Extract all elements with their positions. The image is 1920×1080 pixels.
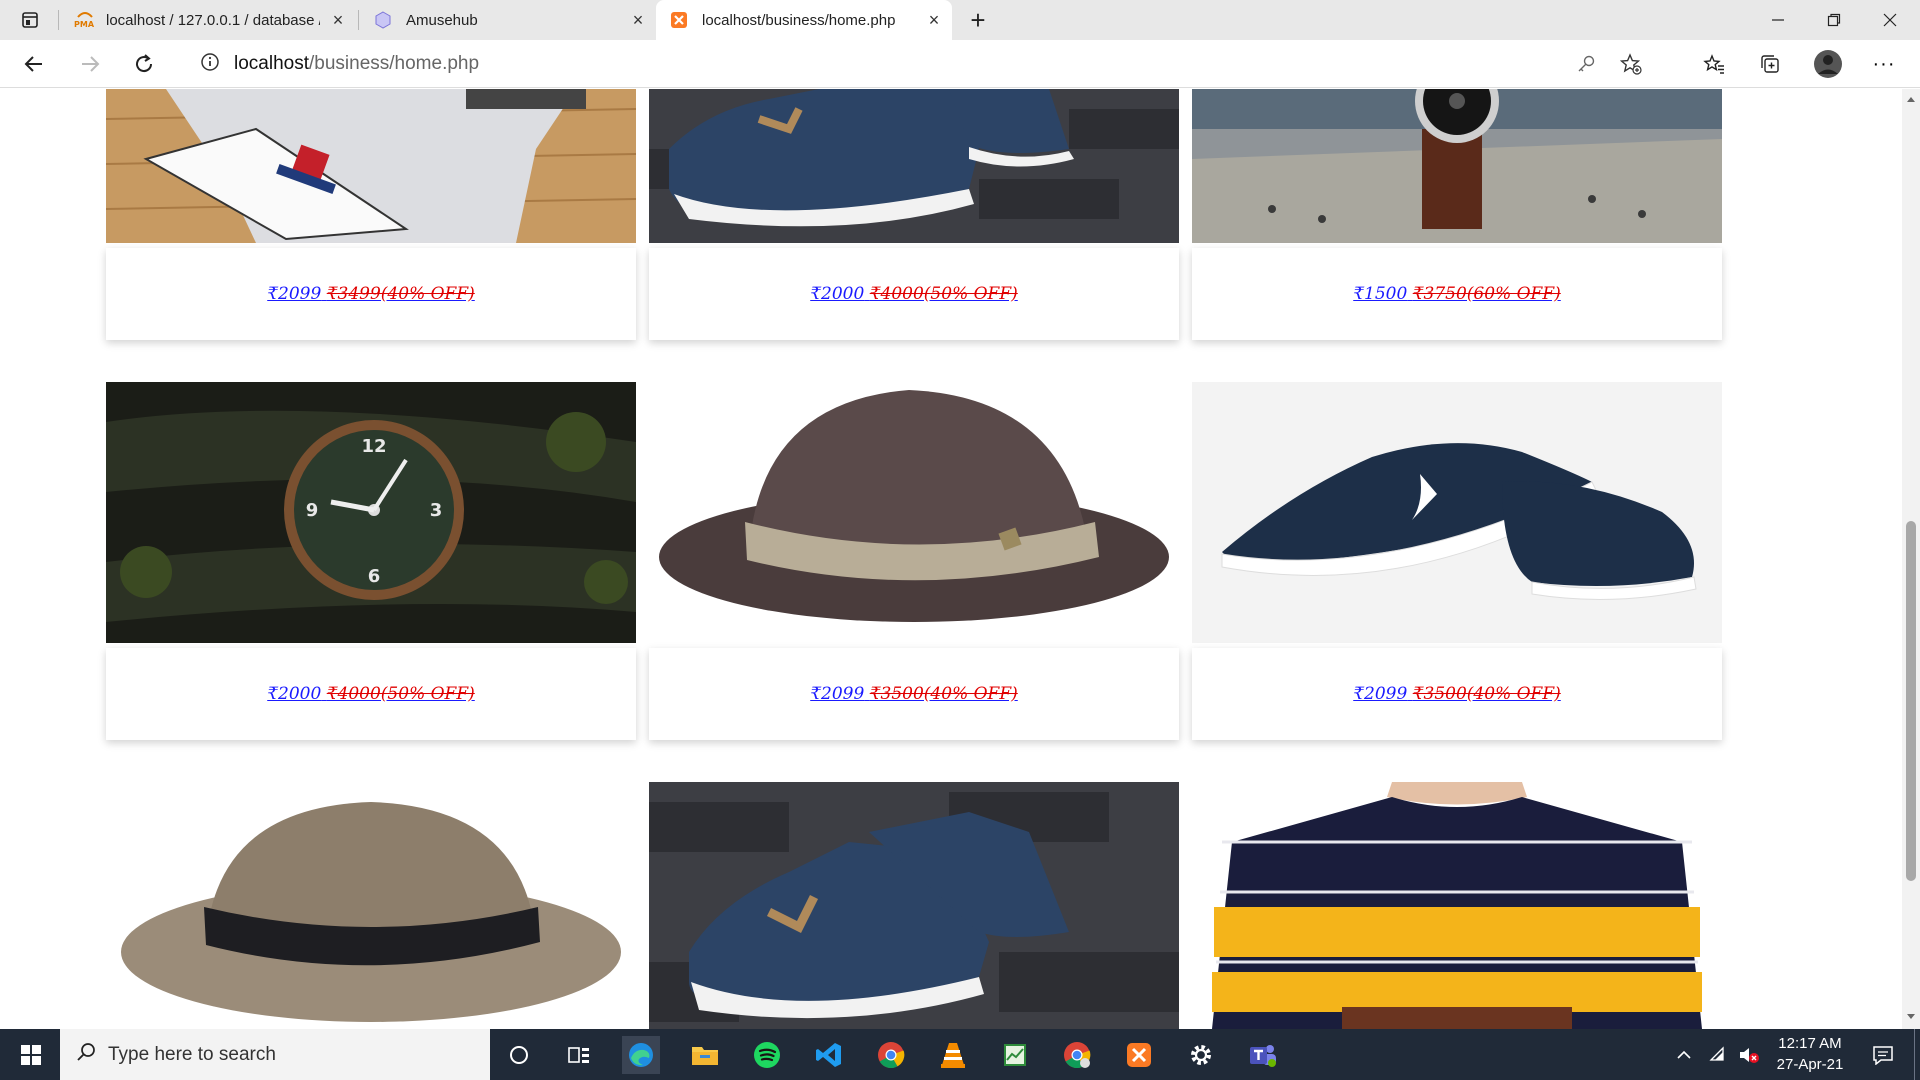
product-image-sneakers[interactable] [649, 782, 1179, 1029]
chevron-up-icon[interactable] [1672, 1036, 1696, 1074]
scroll-down-icon [1907, 1014, 1915, 1019]
taskbar: Type here to search 12:17 AM 27-Apr-21 [0, 1029, 1920, 1080]
notification-center-icon[interactable] [1864, 1036, 1902, 1074]
scrollbar-thumb[interactable] [1906, 521, 1916, 881]
product-image-green-watch[interactable]: 12 3 6 9 [106, 382, 636, 643]
tab-home-php[interactable]: localhost/business/home.php × [656, 0, 952, 40]
price-link[interactable]: ₹2000 ₹4000(50% OFF) [267, 684, 475, 704]
settings-gear-icon[interactable] [1182, 1036, 1220, 1074]
back-icon[interactable] [16, 48, 52, 80]
more-menu-icon[interactable]: ··· [1866, 48, 1902, 80]
cortana-icon[interactable] [500, 1036, 538, 1074]
product-image-beige-fedora[interactable] [106, 782, 636, 1029]
search-placeholder: Type here to search [108, 1043, 276, 1065]
address-bar: localhost/business/home.php ··· [0, 40, 1920, 88]
tab-title: Amusehub [406, 11, 478, 29]
price-card: ₹2099 ₹3500(40% OFF) [1192, 648, 1722, 740]
svg-text:12: 12 [361, 436, 386, 457]
tab-title: localhost/business/home.php [702, 11, 896, 29]
tab-amusehub[interactable]: Amusehub × [360, 0, 656, 40]
chrome-icon[interactable] [872, 1036, 910, 1074]
vscode-icon[interactable] [810, 1036, 848, 1074]
price-link[interactable]: ₹2099 ₹3499(40% OFF) [267, 284, 475, 304]
close-tab-icon[interactable]: × [620, 10, 656, 31]
url-text: localhost/business/home.php [234, 53, 480, 74]
scroll-up-icon [1907, 97, 1915, 102]
price-card: ₹2099 ₹3500(40% OFF) [649, 648, 1179, 740]
price-card: ₹1500 ₹3750(60% OFF) [1192, 248, 1722, 340]
globe-icon [374, 11, 392, 29]
show-desktop-button[interactable] [1914, 1029, 1920, 1080]
price-link[interactable]: ₹2099 ₹3500(40% OFF) [1353, 684, 1561, 704]
system-clock[interactable]: 12:17 AM 27-Apr-21 [1760, 1033, 1860, 1075]
key-icon[interactable] [1576, 54, 1596, 79]
teams-icon[interactable] [1244, 1036, 1282, 1074]
price-card: ₹2000 ₹4000(50% OFF) [649, 248, 1179, 340]
edge-icon[interactable] [622, 1036, 660, 1074]
avatar[interactable] [1810, 48, 1846, 80]
xampp-icon [670, 11, 688, 29]
svg-text:9: 9 [306, 500, 319, 521]
refresh-icon[interactable] [126, 48, 162, 80]
windows-start-icon[interactable] [12, 1036, 50, 1074]
vlc-icon[interactable] [934, 1036, 972, 1074]
svg-text:PMA: PMA [74, 20, 95, 29]
taskbar-search[interactable]: Type here to search [60, 1029, 490, 1080]
tab-title: localhost / 127.0.0.1 / database / [106, 11, 320, 29]
task-view-icon[interactable] [560, 1036, 598, 1074]
price-link[interactable]: ₹1500 ₹3750(60% OFF) [1353, 284, 1561, 304]
minimize-icon[interactable] [1750, 0, 1806, 40]
product-image-sneakers[interactable] [649, 89, 1179, 243]
wifi-icon[interactable] [1704, 1036, 1734, 1074]
svg-text:3: 3 [430, 500, 443, 521]
close-window-icon[interactable] [1862, 0, 1918, 40]
phpmyadmin-icon: PMA [74, 11, 95, 29]
file-explorer-icon[interactable] [686, 1036, 724, 1074]
product-image-tshirt[interactable] [106, 89, 636, 243]
chrome-profile-icon[interactable] [1058, 1036, 1096, 1074]
svg-text:6: 6 [368, 566, 381, 587]
page-viewport: ₹2099 ₹3499(40% OFF) ₹2000 ₹4000(50% OFF… [0, 89, 1920, 1029]
xampp-icon[interactable] [1120, 1036, 1158, 1074]
tab-actions-icon[interactable] [6, 0, 54, 40]
info-icon[interactable] [200, 52, 220, 77]
page-scrollbar[interactable] [1902, 89, 1920, 1029]
product-image-running-shoes[interactable] [1192, 382, 1722, 643]
price-card: ₹2000 ₹4000(50% OFF) [106, 648, 636, 740]
collections-icon[interactable] [1752, 48, 1788, 80]
add-favorite-icon[interactable] [1619, 53, 1642, 80]
favorites-icon[interactable] [1696, 48, 1732, 80]
tab-phpmyadmin[interactable]: PMA localhost / 127.0.0.1 / database / × [60, 0, 356, 40]
product-image-striped-tshirt[interactable] [1192, 782, 1722, 1029]
price-link[interactable]: ₹2099 ₹3500(40% OFF) [810, 684, 1018, 704]
product-image-pilot-watch[interactable] [1192, 89, 1722, 243]
close-tab-icon[interactable]: × [320, 10, 356, 31]
new-tab-button[interactable]: + [958, 0, 998, 40]
search-icon [76, 1042, 96, 1068]
price-link[interactable]: ₹2000 ₹4000(50% OFF) [810, 284, 1018, 304]
url-field[interactable]: localhost/business/home.php [180, 46, 1660, 82]
task-manager-icon[interactable] [996, 1036, 1034, 1074]
price-card: ₹2099 ₹3499(40% OFF) [106, 248, 636, 340]
restore-icon[interactable] [1806, 0, 1862, 40]
spotify-icon[interactable] [748, 1036, 786, 1074]
close-tab-icon[interactable]: × [916, 10, 952, 31]
product-image-brown-fedora[interactable] [649, 382, 1179, 643]
tab-bar: PMA localhost / 127.0.0.1 / database / ×… [0, 0, 1920, 40]
clock-time: 12:17 AM [1778, 1035, 1842, 1052]
clock-date: 27-Apr-21 [1776, 1056, 1844, 1073]
forward-icon[interactable] [72, 48, 108, 80]
